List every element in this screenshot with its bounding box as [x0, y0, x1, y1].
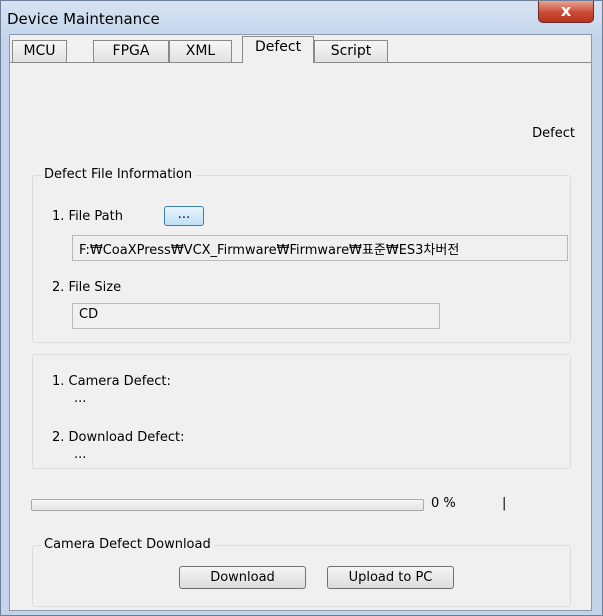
defect-status-group: [32, 354, 571, 469]
download-button[interactable]: Download: [179, 566, 306, 589]
tab-mcu[interactable]: MCU: [12, 40, 67, 62]
close-button[interactable]: x: [538, 1, 594, 23]
tab-script[interactable]: Script: [314, 40, 388, 62]
camera-defect-value: ...: [74, 391, 87, 406]
title-bar[interactable]: Device Maintenance x: [1, 1, 602, 33]
file-path-label: 1. File Path: [52, 209, 123, 224]
download-defect-value: ...: [74, 447, 87, 462]
upload-to-pc-button[interactable]: Upload to PC: [327, 566, 454, 589]
tab-defect[interactable]: Defect: [242, 36, 314, 63]
defect-file-info-title: Defect File Information: [41, 167, 196, 182]
defect-tab-panel: Defect Defect File Information 1. File P…: [10, 63, 591, 610]
panel-heading: Defect: [532, 126, 575, 141]
file-path-field[interactable]: F:₩CoaXPress₩VCX_Firmware₩Firmware₩표준₩ES…: [72, 235, 568, 261]
tab-xml[interactable]: XML: [169, 40, 232, 62]
tab-fpga[interactable]: FPGA: [93, 40, 169, 62]
download-defect-label: 2. Download Defect:: [52, 430, 185, 445]
progress-percent: 0 %: [431, 496, 456, 511]
client-area: MCU FPGA XML Defect Script Defect Defect…: [9, 34, 592, 611]
file-size-label: 2. File Size: [52, 280, 122, 295]
close-icon: x: [560, 1, 572, 20]
browse-button[interactable]: ...: [164, 206, 204, 226]
progress-trailing-mark: |: [502, 496, 507, 511]
camera-defect-download-title: Camera Defect Download: [41, 537, 214, 552]
camera-defect-label: 1. Camera Defect:: [52, 374, 171, 389]
download-progress-bar: [31, 499, 424, 511]
file-size-field[interactable]: CD: [72, 303, 440, 329]
device-maintenance-window: Device Maintenance x MCU FPGA XML Defect…: [0, 0, 603, 616]
window-title: Device Maintenance: [7, 10, 160, 28]
